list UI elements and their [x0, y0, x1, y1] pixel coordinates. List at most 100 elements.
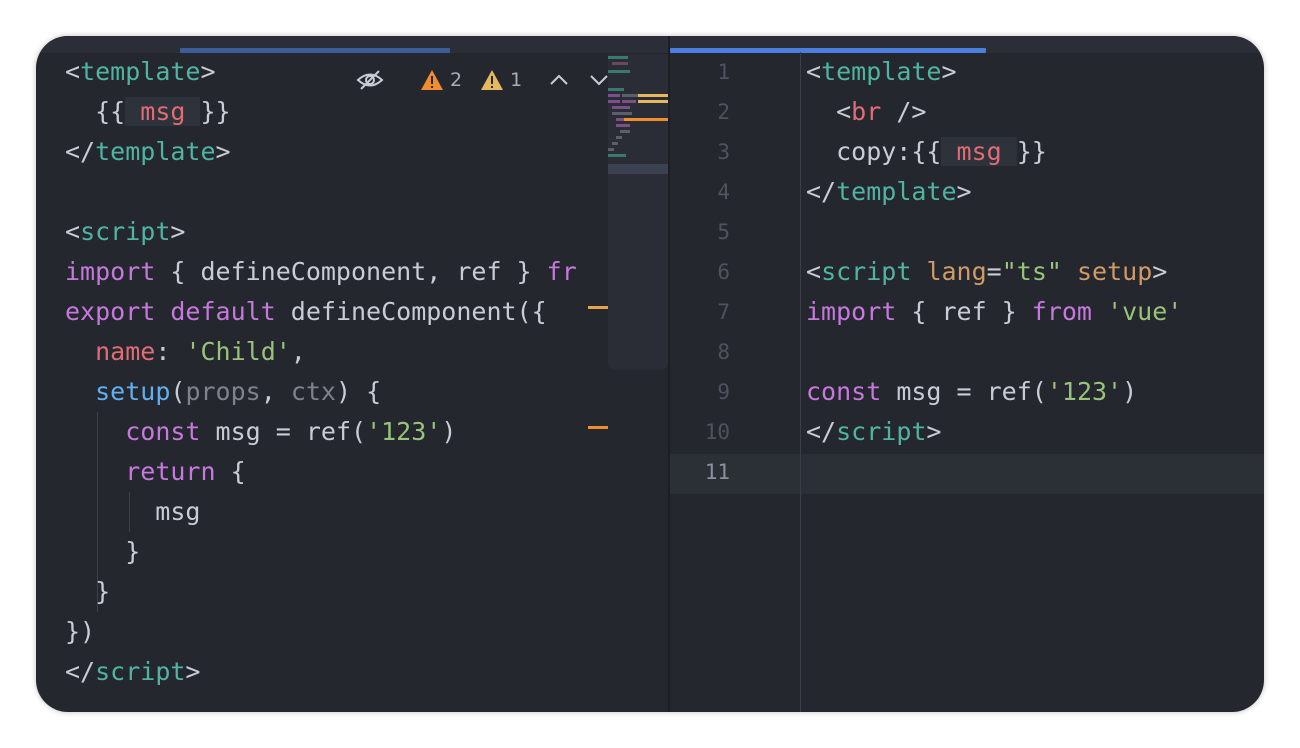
code-token: template [95, 137, 216, 166]
code-token: const [806, 377, 882, 406]
code-line[interactable]: export default defineComponent({ [65, 292, 547, 332]
code-line[interactable]: name: 'Child', [65, 332, 306, 372]
code-token: > [926, 417, 942, 446]
code-line[interactable]: {{ msg }} [65, 92, 231, 132]
code-token: < [806, 257, 822, 286]
code-token: name [95, 337, 156, 366]
chevron-down-icon[interactable] [588, 73, 610, 87]
right-editor-pane[interactable]: 1 2 3 4 5 6 7 8 9 10 11 <template> <br /> copy:{{ … [670, 36, 1264, 712]
code-line[interactable]: import { ref } from 'vue' [806, 292, 1182, 332]
chevron-up-icon[interactable] [548, 73, 570, 87]
code-token: > [956, 177, 972, 206]
code-token: }) [65, 617, 96, 646]
code-token: } [65, 537, 141, 566]
errors-count: 2 [450, 69, 463, 91]
code-token: script [836, 417, 927, 446]
eye-off-icon[interactable] [356, 69, 384, 91]
line-number: 7 [717, 300, 730, 324]
code-line[interactable]: </script> [65, 652, 200, 692]
code-token: copy:{{ [806, 137, 942, 166]
code-token: template [821, 57, 942, 86]
code-token: = [986, 257, 1002, 286]
code-line[interactable]: <br /> [806, 92, 926, 132]
code-token: > [200, 57, 216, 86]
code-token: > [215, 137, 231, 166]
code-token: /> [881, 97, 927, 126]
code-line[interactable]: } [65, 532, 140, 572]
code-line[interactable]: copy:{{ msg }} [806, 132, 1047, 172]
left-editor-pane[interactable]: <template> {{ msg }} </template> <script> i… [36, 36, 668, 712]
code-token: lang [926, 257, 987, 286]
minimap-viewport[interactable] [608, 164, 668, 174]
code-line[interactable]: const msg = ref('123') [806, 372, 1137, 412]
warnings-count: 1 [510, 69, 523, 91]
right-code-area[interactable]: <template> <br /> copy:{{ msg }} </templa… [806, 52, 1264, 712]
code-token: br [851, 97, 882, 126]
code-token: </ [806, 177, 837, 206]
code-token: < [65, 217, 81, 246]
code-token: > [941, 57, 957, 86]
code-token: msg = ref( [200, 417, 367, 446]
warning-marker[interactable] [588, 306, 608, 309]
code-token: 'Child' [185, 337, 291, 366]
code-token: </ [65, 137, 96, 166]
code-token: { [215, 457, 246, 486]
code-token: }} [1016, 137, 1047, 166]
line-number: 6 [717, 260, 730, 284]
code-line[interactable]: <script> [65, 212, 185, 252]
error-marker[interactable] [588, 426, 608, 429]
code-token: setup [1077, 257, 1153, 286]
code-token: setup [95, 377, 171, 406]
warnings-indicator[interactable]: 1 [480, 69, 522, 91]
code-line[interactable]: const msg = ref('123') [65, 412, 456, 452]
code-line[interactable]: msg [65, 492, 200, 532]
code-line[interactable]: import { defineComponent, ref } fr [65, 252, 577, 292]
code-token: template [80, 57, 201, 86]
code-token: < [806, 97, 852, 126]
gutter-separator [800, 52, 801, 712]
code-line[interactable]: } [65, 572, 110, 612]
code-token: import [806, 297, 897, 326]
code-line[interactable]: </template> [65, 132, 231, 172]
code-token: 'vue' [1107, 297, 1183, 326]
line-number: 11 [704, 460, 730, 484]
code-line[interactable]: }) [65, 612, 95, 652]
code-line[interactable]: setup(props, ctx) { [65, 372, 381, 412]
code-line[interactable]: <template> [65, 52, 216, 92]
code-token: ) [1122, 377, 1138, 406]
code-line[interactable]: <script lang="ts" setup> [806, 252, 1167, 292]
code-token: msg [125, 97, 201, 126]
code-token: '123' [366, 417, 442, 446]
code-token: msg [65, 497, 201, 526]
left-code-area[interactable]: <template> {{ msg }} </template> <script> i… [65, 52, 608, 712]
code-line[interactable]: </script> [806, 412, 941, 452]
code-token: </ [65, 657, 96, 686]
minimap[interactable] [608, 54, 668, 370]
code-token: template [836, 177, 957, 206]
code-token: { ref } [896, 297, 1032, 326]
code-token: > [170, 217, 186, 246]
code-token: }} [200, 97, 231, 126]
code-token: < [806, 57, 822, 86]
errors-indicator[interactable]: 2 [420, 69, 462, 91]
code-token: "ts" [1001, 257, 1062, 286]
code-line[interactable]: <template> [806, 52, 957, 92]
code-token: msg [941, 137, 1017, 166]
code-token: const [125, 417, 201, 446]
line-number: 8 [717, 340, 730, 364]
code-token: from [1031, 297, 1092, 326]
code-token: script [821, 257, 912, 286]
code-token: script [95, 657, 186, 686]
line-number-gutter: 1 2 3 4 5 6 7 8 9 10 11 [670, 52, 800, 712]
code-token: , [290, 337, 306, 366]
code-line[interactable]: return { [65, 452, 246, 492]
code-token: } [65, 577, 111, 606]
code-token: : [155, 337, 186, 366]
line-number: 4 [717, 180, 730, 204]
code-line[interactable]: </template> [806, 172, 972, 212]
